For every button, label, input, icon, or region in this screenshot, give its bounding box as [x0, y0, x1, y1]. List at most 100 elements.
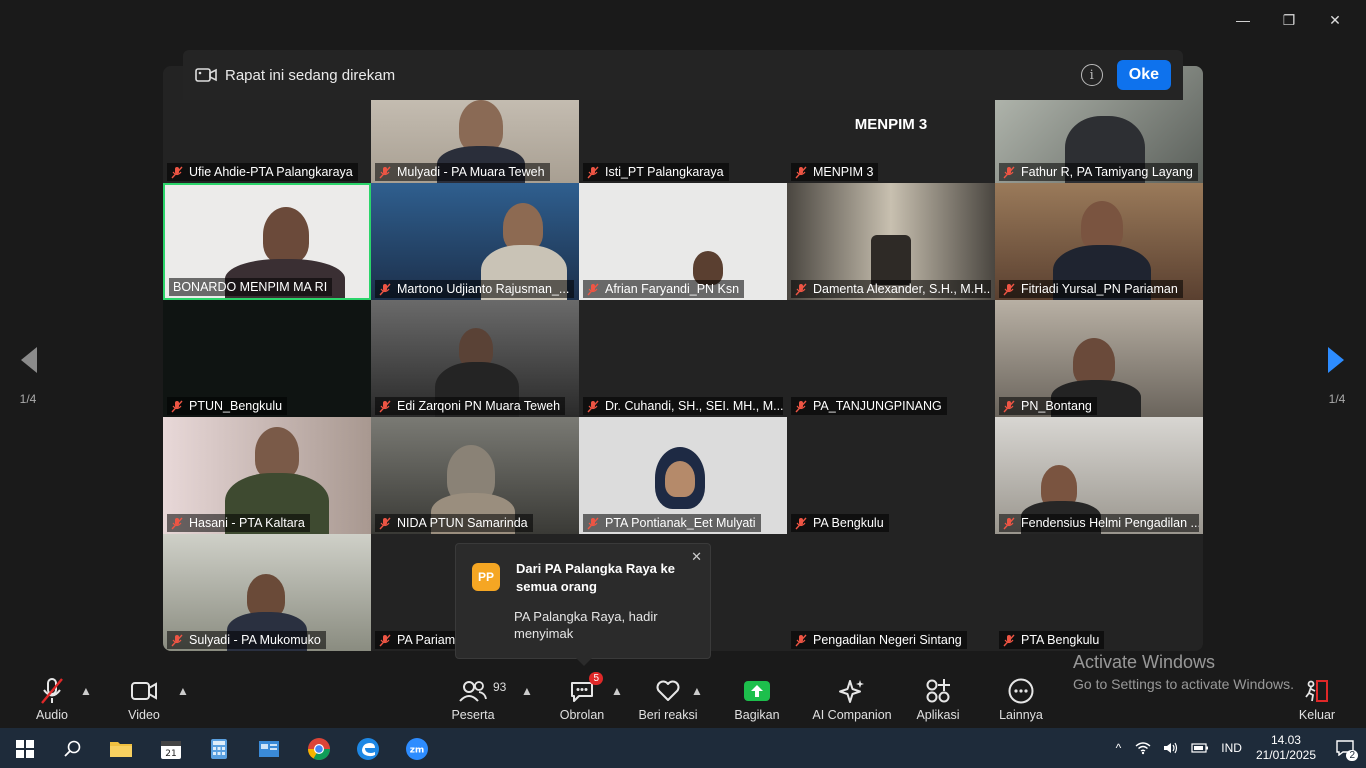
- muted-mic-icon: [587, 166, 599, 178]
- muted-mic-icon: [379, 166, 391, 178]
- chrome-taskbar-button[interactable]: [298, 734, 340, 764]
- participants-button[interactable]: 93 Peserta: [433, 676, 513, 722]
- chrome-icon: [308, 738, 330, 760]
- participant-label: PTUN_Bengkulu: [167, 397, 288, 415]
- participant-label: Fathur R, PA Tamiyang Layang: [999, 163, 1198, 181]
- volume-icon[interactable]: [1163, 741, 1179, 755]
- participant-video: [1081, 201, 1123, 251]
- participant-video: [263, 207, 309, 263]
- search-button[interactable]: [52, 734, 94, 764]
- participant-tile[interactable]: Afrian Faryandi_PN Ksn: [579, 183, 787, 300]
- ai-companion-button[interactable]: AI Companion: [812, 676, 892, 722]
- muted-mic-icon: [587, 283, 599, 295]
- battery-icon[interactable]: [1191, 742, 1209, 754]
- zoom-meeting-window: — ❐ ✕ Rapat ini sedang direkam i Oke Ufi…: [0, 0, 1366, 728]
- participant-tile[interactable]: Fendensius Helmi Pengadilan ...: [995, 417, 1203, 534]
- svg-text:zm: zm: [410, 746, 425, 756]
- windows-taskbar: 21 zm ^ IND 14.03 21/01/2025 2: [0, 728, 1366, 768]
- date: 21/01/2025: [1255, 748, 1316, 762]
- participant-tile[interactable]: PA Bengkulu: [787, 417, 995, 534]
- participant-label: PTA Pontianak_Eet Mulyati: [583, 514, 761, 532]
- calculator-taskbar-button[interactable]: [198, 734, 240, 764]
- participants-label: Peserta: [451, 708, 495, 722]
- close-icon[interactable]: ✕: [691, 549, 702, 565]
- audio-options-chevron-icon[interactable]: ▲: [80, 684, 92, 698]
- participant-video: [871, 235, 911, 285]
- page-indicator: 1/4: [19, 392, 37, 406]
- start-button[interactable]: [4, 734, 46, 764]
- reactions-options-chevron-icon[interactable]: ▲: [691, 684, 703, 698]
- apps-button[interactable]: Aplikasi: [898, 676, 978, 722]
- file-explorer-taskbar-button[interactable]: [100, 734, 142, 764]
- prev-page-button[interactable]: 1/4: [8, 345, 48, 406]
- chat-button[interactable]: 5 Obrolan: [542, 672, 622, 722]
- participant-tile[interactable]: Pengadilan Negeri Sintang: [787, 534, 995, 651]
- toast-pointer: [576, 658, 592, 666]
- participant-tile[interactable]: Martono Udjianto Rajusman_...: [371, 183, 579, 300]
- participant-tile[interactable]: Sulyadi - PA Mukomuko: [163, 534, 371, 651]
- edge-taskbar-button[interactable]: [347, 734, 389, 764]
- leave-label: Keluar: [1298, 708, 1336, 722]
- participant-label: Edi Zarqoni PN Muara Teweh: [375, 397, 566, 415]
- video-button[interactable]: Video: [104, 676, 184, 722]
- share-screen-icon: [744, 681, 770, 701]
- activate-windows-watermark: Activate Windows Go to Settings to activ…: [1073, 652, 1294, 692]
- more-button[interactable]: Lainnya: [981, 676, 1061, 722]
- participant-tile[interactable]: PTA Pontianak_Eet Mulyati: [579, 417, 787, 534]
- leave-icon: [1305, 680, 1328, 702]
- participant-video: [503, 203, 543, 251]
- chat-notification-message: PA Palangka Raya, hadir menyimak: [514, 609, 658, 641]
- reactions-button[interactable]: Beri reaksi: [628, 676, 708, 722]
- participants-options-chevron-icon[interactable]: ▲: [521, 684, 533, 698]
- system-tray: ^ IND 14.03 21/01/2025 2: [1116, 728, 1366, 768]
- share-screen-button[interactable]: Bagikan: [717, 676, 797, 722]
- zoom-taskbar-button[interactable]: zm: [396, 734, 438, 764]
- restore-button[interactable]: ❐: [1266, 8, 1312, 32]
- participant-label: Mulyadi - PA Muara Teweh: [375, 163, 550, 181]
- participant-label: BONARDO MENPIM MA RI: [169, 278, 333, 296]
- audio-button[interactable]: Audio: [12, 676, 92, 722]
- window-controls: — ❐ ✕: [1220, 8, 1358, 32]
- ok-button[interactable]: Oke: [1116, 60, 1171, 90]
- page-indicator: 1/4: [1328, 392, 1346, 406]
- chevron-up-icon[interactable]: ^: [1116, 741, 1122, 755]
- participant-tile[interactable]: PTUN_Bengkulu: [163, 300, 371, 417]
- participant-tile[interactable]: PTA Bengkulu: [995, 534, 1203, 651]
- close-window-button[interactable]: ✕: [1312, 8, 1358, 32]
- muted-mic-icon: [1003, 400, 1015, 412]
- muted-mic-icon: [795, 634, 807, 646]
- muted-mic-icon: [795, 283, 807, 295]
- chat-options-chevron-icon[interactable]: ▲: [611, 684, 623, 698]
- zoom-icon: zm: [406, 738, 428, 760]
- input-language[interactable]: IND: [1221, 741, 1242, 755]
- participant-video: [665, 461, 695, 497]
- participant-tile[interactable]: Hasani - PTA Kaltara: [163, 417, 371, 534]
- muted-mic-icon: [379, 517, 391, 529]
- next-page-button[interactable]: 1/4: [1317, 345, 1357, 406]
- more-label: Lainnya: [999, 708, 1043, 722]
- muted-mic-icon: [379, 283, 391, 295]
- info-icon[interactable]: i: [1080, 64, 1103, 86]
- network-icon[interactable]: [1135, 741, 1151, 755]
- muted-mic-icon: [379, 400, 391, 412]
- participant-tile[interactable]: Fitriadi Yursal_PN Pariaman: [995, 183, 1203, 300]
- participant-tile[interactable]: Damenta Alexander, S.H., M.H...: [787, 183, 995, 300]
- participant-tile[interactable]: NIDA PTUN Samarinda: [371, 417, 579, 534]
- chevron-left-icon: [21, 347, 37, 373]
- muted-mic-icon: [171, 517, 183, 529]
- calendar-taskbar-button[interactable]: 21: [150, 734, 192, 764]
- participant-label: PA_TANJUNGPINANG: [791, 397, 947, 415]
- calendar-icon: 21: [161, 741, 181, 759]
- app-taskbar-button[interactable]: [248, 734, 290, 764]
- participant-tile[interactable]: PA_TANJUNGPINANG: [787, 300, 995, 417]
- participant-tile-active-speaker[interactable]: BONARDO MENPIM MA RI: [163, 183, 371, 300]
- video-options-chevron-icon[interactable]: ▲: [177, 684, 189, 698]
- minimize-button[interactable]: —: [1220, 8, 1266, 32]
- participant-tile[interactable]: PN_Bontang: [995, 300, 1203, 417]
- participant-tile[interactable]: Edi Zarqoni PN Muara Teweh: [371, 300, 579, 417]
- participant-label: Fendensius Helmi Pengadilan ...: [999, 514, 1199, 532]
- notification-center-button[interactable]: 2: [1330, 733, 1360, 763]
- chat-notification[interactable]: PP Dari PA Palangka Raya ke semua orang …: [455, 543, 711, 666]
- participant-tile[interactable]: Dr. Cuhandi, SH., SEI. MH., M...: [579, 300, 787, 417]
- taskbar-clock[interactable]: 14.03 21/01/2025: [1256, 733, 1316, 763]
